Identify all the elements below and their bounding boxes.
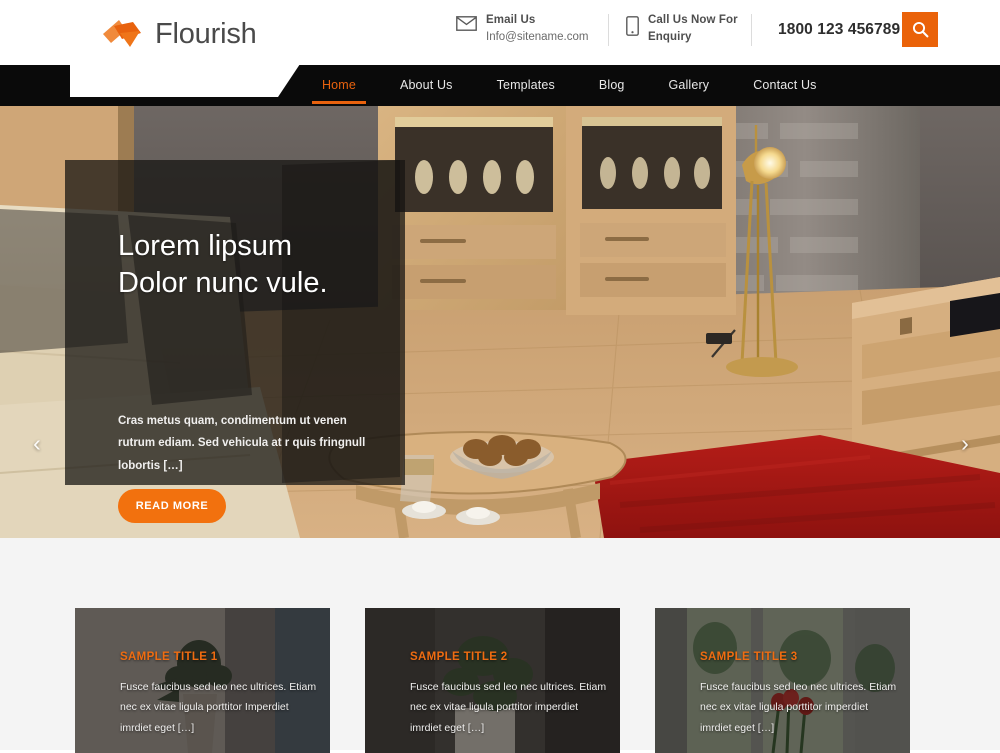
hero-heading-line1: Lorem lipsum xyxy=(118,230,293,262)
nav-item-blog[interactable]: Blog xyxy=(577,64,647,106)
hero-paragraph: Cras metus quam, condimentum ut venen ru… xyxy=(118,415,366,472)
feature-card[interactable]: SAMPLE TITLE 2 Fusce faucibus sed leo ne… xyxy=(365,608,620,753)
card-text: Fusce faucibus sed leo nec ultrices. Eti… xyxy=(120,681,317,734)
phone-label-line2: Enquiry xyxy=(648,30,692,43)
card-title: SAMPLE TITLE 1 xyxy=(120,651,218,663)
nav-item-contact-us[interactable]: Contact Us xyxy=(731,64,838,106)
hero-slider: Lorem lipsum Dolor nunc vule. Cras metus… xyxy=(0,105,1000,538)
email-address: Info@sitename.com xyxy=(486,30,589,43)
hero-heading: Lorem lipsum Dolor nunc vule. xyxy=(118,228,418,302)
card-body: SAMPLE TITLE 1 Fusce faucibus sed leo ne… xyxy=(120,651,320,738)
nav-item-gallery[interactable]: Gallery xyxy=(647,64,732,106)
nav-items-list: Home About Us Templates Blog Gallery Con… xyxy=(300,64,839,106)
main-navigation: Home About Us Templates Blog Gallery Con… xyxy=(0,64,1000,106)
chevron-left-icon[interactable]: ‹ xyxy=(24,430,50,456)
nav-item-home[interactable]: Home xyxy=(300,64,378,106)
search-button[interactable] xyxy=(902,12,938,47)
feature-card[interactable]: SAMPLE TITLE 1 Fusce faucibus sed leo ne… xyxy=(75,608,330,753)
hero-heading-line2: Dolor nunc vule. xyxy=(118,267,328,300)
card-title: SAMPLE TITLE 3 xyxy=(700,651,798,663)
card-text: Fusce faucibus sed leo nec ultrices. Eti… xyxy=(700,681,897,734)
divider xyxy=(608,14,609,46)
contact-email-block[interactable]: Email Us Info@sitename.com xyxy=(456,12,588,45)
envelope-icon xyxy=(456,16,477,31)
feature-card[interactable]: SAMPLE TITLE 3 Fusce faucibus sed leo ne… xyxy=(655,608,910,753)
chevron-right-icon[interactable]: › xyxy=(952,430,978,456)
site-logo-text: Flourish xyxy=(155,17,257,50)
phone-number: 1800 123 456789 xyxy=(778,21,901,38)
card-title: SAMPLE TITLE 2 xyxy=(410,651,508,663)
card-body: SAMPLE TITLE 3 Fusce faucibus sed leo ne… xyxy=(700,651,900,738)
phone-label-line1: Call Us Now For xyxy=(648,14,738,26)
read-more-button[interactable]: READ MORE xyxy=(118,489,226,523)
divider xyxy=(751,14,752,46)
card-body: SAMPLE TITLE 2 Fusce faucibus sed leo ne… xyxy=(410,651,610,738)
email-label: Email Us xyxy=(486,14,536,26)
search-icon xyxy=(912,21,928,38)
nav-item-about-us[interactable]: About Us xyxy=(378,64,475,106)
nav-item-templates[interactable]: Templates xyxy=(475,64,577,106)
contact-phone-block[interactable]: Call Us Now For Enquiry xyxy=(626,12,738,45)
card-text: Fusce faucibus sed leo nec ultrices. Eti… xyxy=(410,681,607,734)
leaf-arrow-logo-icon xyxy=(103,20,141,47)
feature-cards-section: SAMPLE TITLE 1 Fusce faucibus sed leo ne… xyxy=(0,538,1000,753)
top-bar: Flourish Email Us Info@sitename.com Call… xyxy=(0,0,1000,65)
nav-left-notch xyxy=(0,64,70,106)
site-logo[interactable]: Flourish xyxy=(100,17,257,51)
mobile-phone-icon xyxy=(626,16,639,36)
